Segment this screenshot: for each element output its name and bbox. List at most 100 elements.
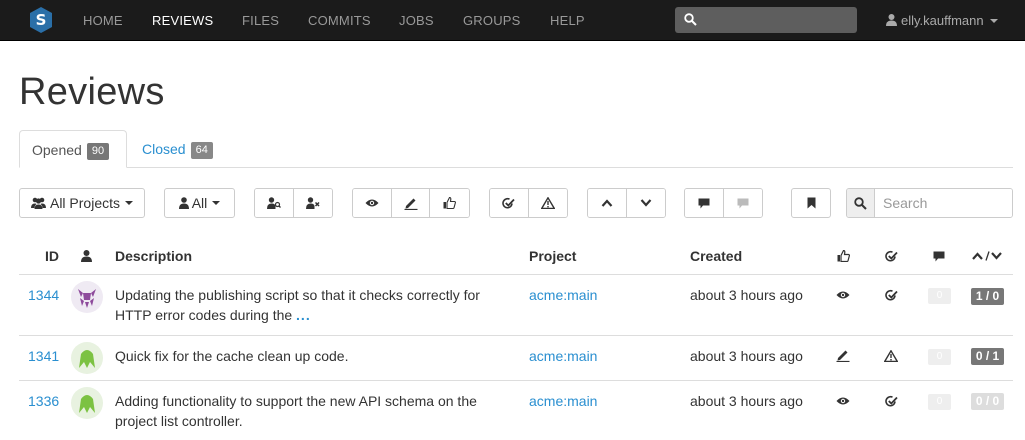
col-header-description[interactable]: Description xyxy=(115,248,192,264)
col-header-created[interactable]: Created xyxy=(690,248,742,264)
thumbs-up-icon xyxy=(837,250,850,262)
tab-closed[interactable]: Closed 64 xyxy=(130,130,225,168)
avatar[interactable] xyxy=(71,387,103,419)
table-header-divider xyxy=(19,274,1013,275)
user-name: elly.kauffmann xyxy=(901,13,984,28)
nav-help[interactable]: HELP xyxy=(550,0,585,41)
check-icon xyxy=(502,197,515,209)
eye-icon xyxy=(365,199,379,207)
user-icon xyxy=(886,14,897,26)
opened-count-badge: 90 xyxy=(86,143,110,160)
description-line: Updating the publishing script so that i… xyxy=(115,287,480,303)
no-comments-button[interactable] xyxy=(723,189,762,217)
tab-opened[interactable]: Opened 90 xyxy=(19,130,127,168)
not-authored-by-me-button[interactable] xyxy=(293,189,332,217)
votes-badge: 0 / 0 xyxy=(971,393,1004,410)
review-description: Updating the publishing script so that i… xyxy=(115,285,505,325)
review-description: Adding functionality to support the new … xyxy=(115,391,505,431)
comment-icon xyxy=(933,251,945,262)
all-projects-label: All Projects xyxy=(49,195,121,211)
pencil-icon xyxy=(404,198,417,210)
project-link[interactable]: acme:main xyxy=(529,348,597,364)
needs-review-button[interactable] xyxy=(353,189,392,217)
description-line: project list controller. xyxy=(115,413,243,429)
col-header-id[interactable]: ID xyxy=(45,248,59,264)
tab-closed-label: Closed xyxy=(142,141,186,157)
avatar[interactable] xyxy=(71,281,103,313)
reviews-search xyxy=(846,188,1013,218)
state-filter-group xyxy=(352,188,470,218)
review-description: Quick fix for the cache clean up code. xyxy=(115,346,505,366)
approved-button[interactable] xyxy=(430,189,469,217)
search-icon xyxy=(684,13,697,26)
sort-up-button[interactable] xyxy=(588,189,627,217)
user-search-icon xyxy=(266,197,281,209)
project-link[interactable]: acme:main xyxy=(529,393,597,409)
search-icon xyxy=(854,196,867,210)
comments-filter-group xyxy=(684,188,763,218)
description-line: Adding functionality to support the new … xyxy=(115,393,477,409)
votes-badge: 0 / 1 xyxy=(971,348,1004,365)
project-link[interactable]: acme:main xyxy=(529,287,597,303)
votes-badge: 1 / 0 xyxy=(971,288,1004,305)
comment-count-badge: 0 xyxy=(928,349,951,365)
all-projects-dropdown[interactable]: All Projects xyxy=(19,188,145,218)
warning-icon xyxy=(540,197,555,209)
tests-filter-group xyxy=(489,188,568,218)
tests-pass-button[interactable] xyxy=(490,189,529,217)
warning-icon xyxy=(884,350,898,362)
authored-by-me-button[interactable] xyxy=(255,189,294,217)
nav-search-input[interactable] xyxy=(675,7,857,33)
sort-group xyxy=(587,188,666,218)
user-icon xyxy=(178,197,189,209)
chevron-down-icon xyxy=(125,201,134,205)
check-icon xyxy=(885,250,898,262)
thumbs-up-icon xyxy=(443,197,457,209)
chevron-down-icon xyxy=(640,199,652,207)
created-time: about 3 hours ago xyxy=(690,287,803,303)
comment-icon xyxy=(698,198,710,208)
nav-reviews[interactable]: REVIEWS xyxy=(152,0,213,41)
created-time: about 3 hours ago xyxy=(690,348,803,364)
swarm-logo-icon[interactable]: S xyxy=(29,6,53,34)
comment-icon xyxy=(737,198,749,208)
tab-opened-label: Opened xyxy=(32,142,82,158)
avatar-pattern-icon xyxy=(78,289,96,308)
comment-count-badge: 0 xyxy=(928,394,951,410)
avatar-pattern-icon xyxy=(79,395,95,413)
search-input[interactable] xyxy=(875,189,1012,217)
row-divider xyxy=(19,380,1013,381)
review-id-link[interactable]: 1341 xyxy=(28,348,59,364)
bookmark-icon xyxy=(807,197,815,209)
author-filter-group xyxy=(254,188,333,218)
bookmark-button[interactable] xyxy=(791,188,831,218)
avatar-pattern-icon xyxy=(79,350,95,368)
eye-icon xyxy=(836,397,850,405)
nav-files[interactable]: FILES xyxy=(242,0,279,41)
review-id-link[interactable]: 1344 xyxy=(28,287,59,303)
user-remove-icon xyxy=(305,197,320,209)
col-header-project[interactable]: Project xyxy=(529,248,576,264)
chevron-down-icon xyxy=(212,201,221,205)
sort-down-button[interactable] xyxy=(626,189,665,217)
nav-jobs[interactable]: JOBS xyxy=(399,0,434,41)
nav-groups[interactable]: GROUPS xyxy=(463,0,521,41)
needs-revision-button[interactable] xyxy=(391,189,431,217)
nav-commits[interactable]: COMMITS xyxy=(308,0,371,41)
votes-sort-icon xyxy=(972,251,1002,261)
review-id-link[interactable]: 1336 xyxy=(28,393,59,409)
pencil-icon xyxy=(836,350,850,362)
svg-text:S: S xyxy=(36,11,47,29)
created-time: about 3 hours ago xyxy=(690,393,803,409)
user-menu[interactable]: elly.kauffmann xyxy=(886,0,998,41)
tests-fail-button[interactable] xyxy=(528,189,567,217)
description-line: Quick fix for the cache clean up code. xyxy=(115,348,349,364)
more-link[interactable]: ... xyxy=(296,307,311,323)
nav-home[interactable]: HOME xyxy=(83,0,123,41)
all-users-label: All xyxy=(191,195,208,211)
has-comments-button[interactable] xyxy=(685,189,724,217)
avatar[interactable] xyxy=(71,342,103,374)
all-users-dropdown[interactable]: All xyxy=(164,188,235,218)
check-icon xyxy=(885,395,898,407)
author-column-user-icon xyxy=(81,250,92,262)
